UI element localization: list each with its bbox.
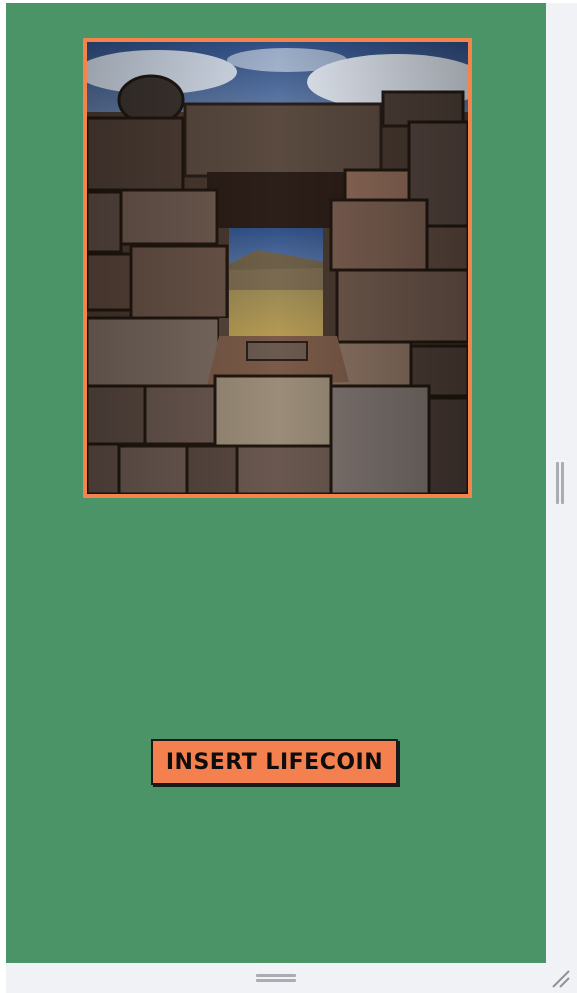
resize-corner-icon[interactable] <box>549 967 571 989</box>
game-stage: INSERT LIFECOIN <box>6 3 546 963</box>
insert-lifecoin-button[interactable]: INSERT LIFECOIN <box>151 739 398 785</box>
ruin-photo <box>83 38 472 498</box>
stone-window-image <box>87 42 468 494</box>
drag-handle-vertical-icon[interactable] <box>556 462 564 504</box>
preview-frame: INSERT LIFECOIN <box>0 0 577 993</box>
drag-handle-horizontal-icon[interactable] <box>256 974 296 984</box>
